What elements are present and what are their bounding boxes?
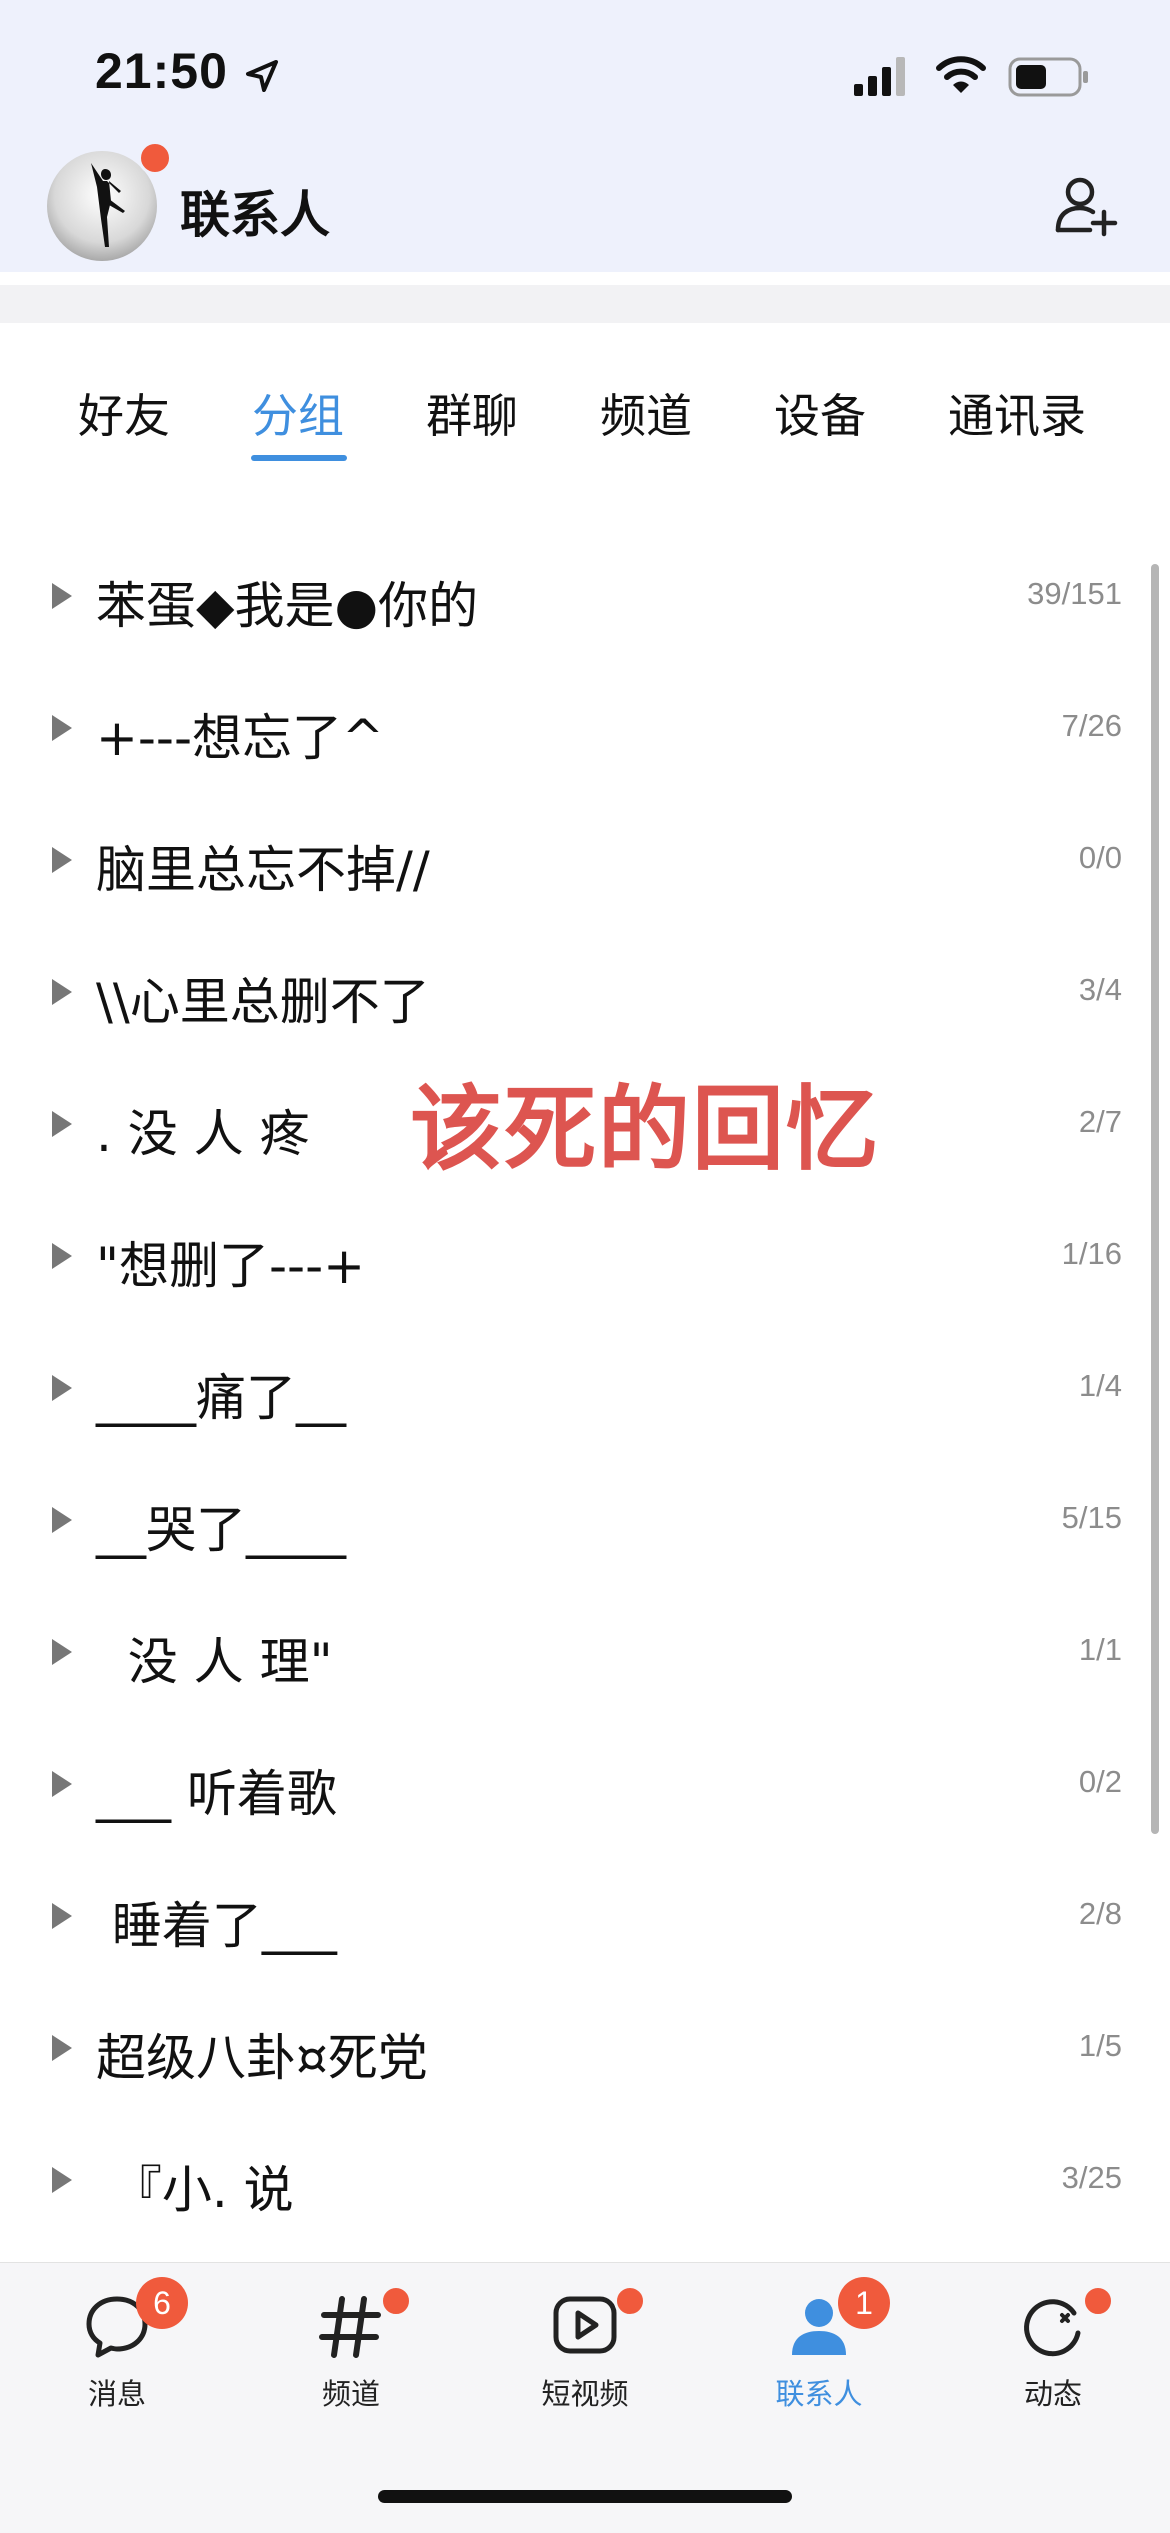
hash-icon	[319, 2296, 381, 2358]
group-row[interactable]: "想删了---+ 1/16	[0, 1190, 1170, 1322]
group-name: ___ 听着歌	[96, 1765, 337, 1823]
home-indicator[interactable]	[378, 2490, 792, 2503]
messages-badge: 6	[136, 2277, 188, 2329]
nav-item-short-video[interactable]: 短视频	[468, 2263, 702, 2463]
page-title: 联系人	[180, 186, 330, 244]
group-count: 5/15	[1061, 1500, 1122, 1535]
group-name: 超级八卦¤死党	[96, 2029, 428, 2087]
active-tab-indicator	[251, 455, 347, 461]
wifi-icon	[936, 56, 986, 93]
group-row[interactable]: \\心里总删不了 3/4	[0, 926, 1170, 1058]
group-row[interactable]: ____痛了__ 1/4	[0, 1322, 1170, 1454]
expand-caret-icon	[52, 1243, 72, 1269]
nav-label: 频道	[321, 2377, 380, 2411]
group-count: 1/4	[1078, 1368, 1122, 1403]
star-orbit-icon	[1024, 2299, 1081, 2357]
group-name: ____痛了__	[96, 1369, 346, 1427]
group-count: 1/1	[1078, 1632, 1122, 1667]
nav-label: 短视频	[541, 2377, 629, 2411]
cellular-signal-icon	[854, 57, 905, 96]
nav-label: 消息	[87, 2377, 146, 2411]
group-row[interactable]: 没 人 理" 1/1	[0, 1586, 1170, 1718]
group-row[interactable]: +---想忘了^ 7/26	[0, 662, 1170, 794]
group-row[interactable]: 超级八卦¤死党 1/5	[0, 1982, 1170, 2114]
expand-caret-icon	[52, 1639, 72, 1665]
group-row[interactable]: 脑里总忘不掉// 0/0	[0, 794, 1170, 926]
group-row[interactable]: 睡着了___ 2/8	[0, 1850, 1170, 1982]
nav-label: 动态	[1023, 2377, 1082, 2411]
group-count: 0/2	[1078, 1764, 1122, 1799]
header-background	[0, 0, 1170, 272]
avatar-notification-dot	[138, 141, 172, 175]
expand-caret-icon	[52, 2035, 72, 2061]
group-name: 脑里总忘不掉//	[96, 841, 430, 899]
group-count: 2/7	[1078, 1104, 1122, 1139]
tab-devices[interactable]: 设备	[774, 380, 866, 446]
expand-caret-icon	[52, 979, 72, 1005]
group-count: 2/8	[1078, 1896, 1122, 1931]
group-count: 3/25	[1061, 2160, 1122, 2195]
group-count: 39/151	[1027, 576, 1122, 611]
nav-label: 联系人	[775, 2377, 863, 2411]
group-name: +---想忘了^	[96, 709, 384, 767]
expand-caret-icon	[52, 1771, 72, 1797]
group-name: 睡着了___	[96, 1897, 337, 1955]
group-count: 1/5	[1078, 2028, 1122, 2063]
tab-channels[interactable]: 频道	[600, 380, 692, 446]
group-name: "想删了---+	[96, 1237, 366, 1295]
group-row[interactable]: __哭了____ 5/15	[0, 1454, 1170, 1586]
group-name: . 没 人 疼	[96, 1105, 310, 1163]
nav-item-messages[interactable]: 6 消息	[0, 2263, 234, 2463]
expand-caret-icon	[52, 2167, 72, 2193]
group-name: 苯蛋◆我是●你的	[96, 577, 479, 635]
nav-item-contacts[interactable]: 1 联系人	[702, 2263, 936, 2463]
group-name: 『小. 说	[96, 2161, 294, 2219]
location-arrow-icon	[246, 60, 278, 92]
group-row[interactable]: 苯蛋◆我是●你的 39/151	[0, 530, 1170, 662]
moments-notification-dot	[1082, 2285, 1114, 2317]
group-row[interactable]: ___ 听着歌 0/2	[0, 1718, 1170, 1850]
overlay-caption: 该死的回忆	[410, 1076, 881, 1183]
tab-address-book[interactable]: 通讯录	[948, 380, 1086, 446]
nav-item-channels[interactable]: 频道	[234, 2263, 468, 2463]
expand-caret-icon	[52, 847, 72, 873]
group-name: 没 人 理"	[96, 1633, 333, 1691]
contact-tabs: 好友 分组 群聊 频道 设备 通讯录	[0, 335, 1170, 475]
short-video-notification-dot	[614, 2285, 646, 2317]
group-name: \\心里总删不了	[96, 973, 430, 1031]
expand-caret-icon	[52, 1375, 72, 1401]
expand-caret-icon	[52, 1903, 72, 1929]
expand-caret-icon	[52, 715, 72, 741]
add-contact-icon[interactable]	[1052, 172, 1118, 238]
section-divider	[0, 285, 1170, 323]
group-count: 3/4	[1078, 972, 1122, 1007]
channels-notification-dot	[380, 2285, 412, 2317]
tab-group-chats[interactable]: 群聊	[426, 380, 518, 446]
expand-caret-icon	[52, 1507, 72, 1533]
tab-groups[interactable]: 分组	[252, 380, 344, 446]
battery-icon	[1008, 57, 1088, 97]
list-scrollbar[interactable]	[1151, 564, 1159, 1834]
group-row[interactable]: 『小. 说 3/25	[0, 2114, 1170, 2246]
video-play-icon	[553, 2296, 617, 2354]
status-time: 21:50	[95, 43, 228, 99]
tab-friends[interactable]: 好友	[78, 380, 170, 446]
group-count: 7/26	[1061, 708, 1122, 743]
group-count: 1/16	[1061, 1236, 1122, 1271]
group-count: 0/0	[1078, 840, 1122, 875]
expand-caret-icon	[52, 1111, 72, 1137]
contacts-badge: 1	[838, 2277, 890, 2329]
nav-item-moments[interactable]: 动态	[936, 2263, 1170, 2463]
expand-caret-icon	[52, 583, 72, 609]
group-name: __哭了____	[96, 1501, 346, 1559]
